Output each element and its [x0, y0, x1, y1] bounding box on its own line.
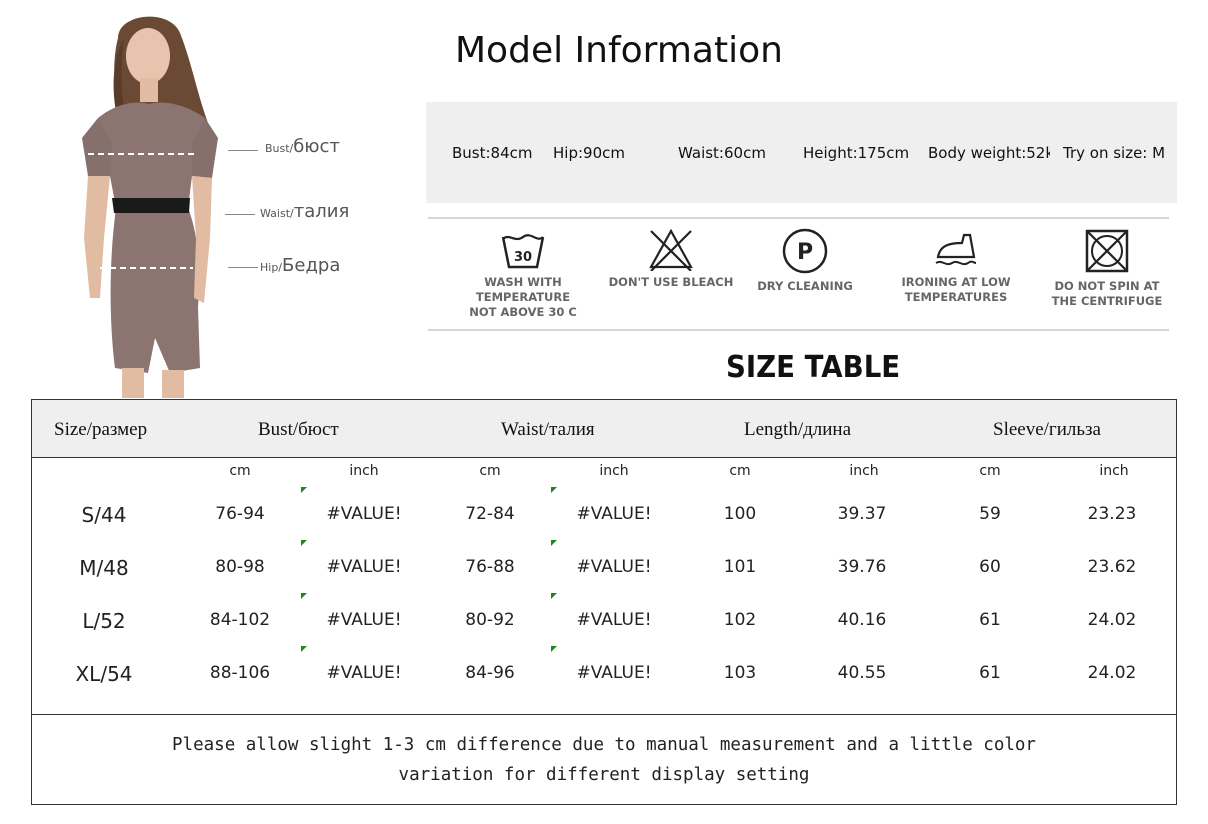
dry-cleaning-icon: P [782, 228, 828, 274]
table-row-size: XL/54 [75, 662, 133, 686]
hip-leader [228, 267, 258, 268]
header-sleeve: Sleeve/гильза [993, 419, 1101, 440]
table-cell: 80-92 [465, 610, 515, 630]
table-cell: 39.37 [837, 504, 887, 524]
model-weight: Body weight:52kg [928, 144, 1050, 162]
table-cell: 40.16 [837, 610, 887, 630]
table-row-size: S/44 [81, 503, 127, 527]
header-size: Size/размер [54, 419, 148, 440]
model-waist: Waist:60cm [678, 144, 766, 162]
iron-low-icon [935, 233, 977, 266]
cell-comment-marker [301, 540, 307, 546]
svg-text:30: 30 [514, 250, 532, 265]
table-row-size: M/48 [79, 556, 129, 580]
table-cell: 76-94 [215, 504, 265, 524]
table-cell: #VALUE! [576, 610, 652, 630]
bust-leader [228, 150, 258, 151]
no-spin-icon [1085, 229, 1129, 273]
size-table-header: Size/размер Bust/бюст Waist/талия Length… [32, 400, 1176, 458]
cell-comment-marker [301, 593, 307, 599]
table-cell: 103 [723, 663, 757, 683]
unit-bust-inch: inch [349, 463, 379, 479]
table-cell: 84-96 [465, 663, 515, 683]
svg-text:P: P [797, 240, 813, 265]
care-dry-cleaning-text: DRY CLEANING [757, 279, 853, 293]
table-cell: 76-88 [465, 557, 515, 577]
table-cell: #VALUE! [326, 557, 402, 577]
table-cell: 100 [723, 504, 757, 524]
unit-sleeve-cm: cm [979, 463, 1001, 479]
table-cell: 80-98 [215, 557, 265, 577]
table-row-size: L/52 [82, 609, 126, 633]
table-cell: 39.76 [837, 557, 887, 577]
model-height: Height:175cm [803, 144, 910, 162]
model-measurements-band: Bust:84cm Hip:90cm Waist:60cm Height:175… [426, 102, 1177, 203]
care-instructions: 30 WASH WITH TEMPERATURE NOT ABOVE 30 C D… [428, 217, 1169, 331]
cell-comment-marker [551, 593, 557, 599]
cell-comment-marker [551, 487, 557, 493]
unit-sleeve-inch: inch [1099, 463, 1129, 479]
care-no-spin: DO NOT SPIN AT THE CENTRIFUGE [1022, 227, 1192, 309]
model-photo: Bust/бюст Waist/талия Hip/Бедра [60, 8, 380, 398]
table-cell: 61 [979, 610, 1001, 630]
waist-label: Waist/талия [260, 201, 350, 222]
table-cell: 24.02 [1087, 663, 1137, 683]
table-cell: #VALUE! [326, 663, 402, 683]
model-information-title: Model Information [455, 30, 783, 71]
table-cell: #VALUE! [326, 610, 402, 630]
table-cell: 60 [979, 557, 1001, 577]
table-cell: 23.62 [1087, 557, 1137, 577]
unit-length-inch: inch [849, 463, 879, 479]
waist-leader [225, 214, 255, 215]
care-ironing: IRONING AT LOW TEMPERATURES [871, 227, 1041, 305]
cell-comment-marker [551, 540, 557, 546]
care-dry-cleaning: P DRY CLEANING [720, 227, 890, 294]
unit-bust-cm: cm [229, 463, 251, 479]
cell-comment-marker [551, 646, 557, 652]
model-try-on-size: Try on size: M [1063, 144, 1166, 162]
table-cell: 88-106 [209, 663, 271, 683]
cell-comment-marker [301, 646, 307, 652]
table-cell: #VALUE! [576, 504, 652, 524]
wash-30-icon: 30 [501, 234, 545, 269]
hip-label: Hip/Бедра [260, 255, 341, 276]
table-cell: 102 [723, 610, 757, 630]
table-cell: #VALUE! [576, 663, 652, 683]
no-bleach-icon [649, 228, 693, 271]
measurement-note: Please allow slight 1-3 cm difference du… [172, 735, 1036, 785]
table-cell: 59 [979, 504, 1001, 524]
header-bust: Bust/бюст [258, 419, 339, 440]
note-divider [32, 714, 1176, 715]
cell-comment-marker [301, 487, 307, 493]
header-length: Length/длина [744, 419, 852, 440]
table-cell: 24.02 [1087, 610, 1137, 630]
care-wash-text: WASH WITH TEMPERATURE NOT ABOVE 30 C [469, 275, 577, 319]
care-ironing-text: IRONING AT LOW TEMPERATURES [901, 275, 1011, 304]
care-wash: 30 WASH WITH TEMPERATURE NOT ABOVE 30 C [438, 227, 608, 320]
unit-waist-cm: cm [479, 463, 501, 479]
bust-label: Bust/бюст [265, 136, 340, 157]
model-bust: Bust:84cm [452, 144, 533, 162]
unit-length-cm: cm [729, 463, 751, 479]
unit-waist-inch: inch [599, 463, 629, 479]
table-cell: 40.55 [837, 663, 887, 683]
care-no-spin-text: DO NOT SPIN AT THE CENTRIFUGE [1051, 279, 1163, 308]
header-waist: Waist/талия [501, 419, 595, 440]
table-cell: 101 [723, 557, 757, 577]
size-table-title: SIZE TABLE [726, 350, 901, 385]
table-cell: #VALUE! [576, 557, 652, 577]
table-cell: 84-102 [209, 610, 271, 630]
table-cell: 23.23 [1087, 504, 1137, 524]
model-hip: Hip:90cm [553, 144, 625, 162]
table-cell: 61 [979, 663, 1001, 683]
size-table: Size/размер Bust/бюст Waist/талия Length… [31, 399, 1177, 805]
table-cell: 72-84 [465, 504, 515, 524]
table-cell: #VALUE! [326, 504, 402, 524]
